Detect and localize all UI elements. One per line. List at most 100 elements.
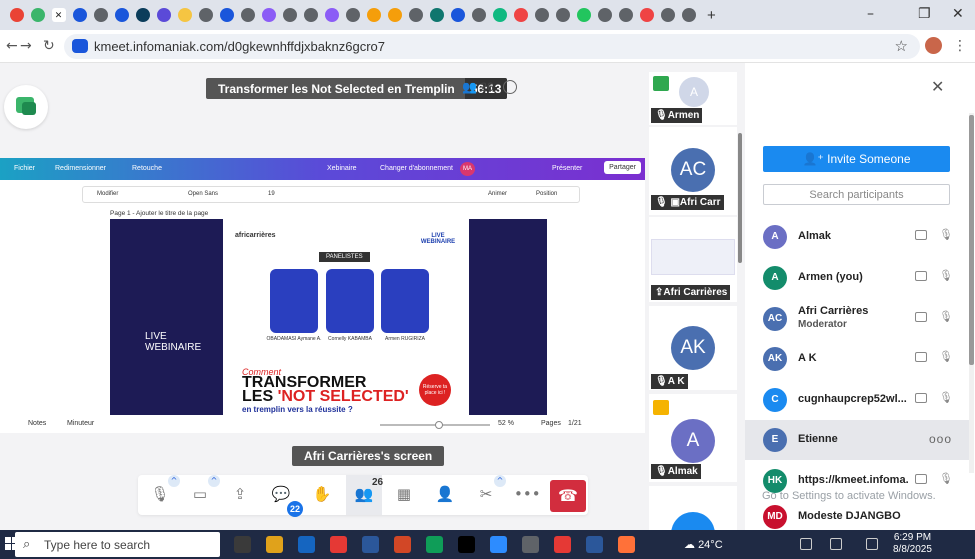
browser-tab[interactable] xyxy=(450,8,465,22)
invite-someone-button[interactable]: 👤⁺ Invite Someone xyxy=(763,146,950,172)
keyboard-icon[interactable] xyxy=(866,538,878,550)
maximize-window-button[interactable]: ❐ xyxy=(918,6,931,22)
browser-tab[interactable] xyxy=(93,8,108,22)
taskbar-app-icon[interactable] xyxy=(234,536,251,553)
connection-gauge-icon[interactable] xyxy=(503,80,517,94)
browser-tab[interactable] xyxy=(681,8,696,22)
browser-tab[interactable] xyxy=(387,8,402,22)
browser-tab[interactable] xyxy=(408,8,423,22)
browser-tab[interactable] xyxy=(240,8,255,22)
camera-options-chevron-icon[interactable]: ^ xyxy=(208,475,220,487)
close-tab-icon[interactable]: ✕ xyxy=(51,8,66,22)
participant-row[interactable]: MD Modeste DJANGBO xyxy=(745,502,969,530)
browser-tab[interactable] xyxy=(345,8,360,22)
add-participant-button[interactable]: 👤 xyxy=(433,485,457,505)
share-screen-button[interactable]: ⇪ xyxy=(228,485,252,505)
browser-tab[interactable] xyxy=(261,8,276,22)
browser-tab[interactable] xyxy=(471,8,486,22)
tools-options-chevron-icon[interactable]: ^ xyxy=(494,475,506,487)
browser-tab[interactable] xyxy=(366,8,381,22)
mic-options-chevron-icon[interactable]: ^ xyxy=(168,475,180,487)
participant-count-indicator[interactable]: 👥 26 xyxy=(462,80,494,94)
video-tile-armen[interactable]: A 🎙 Armen xyxy=(649,72,737,125)
video-tile-afri-carrieres[interactable]: ⇪ Afri Carrières xyxy=(649,217,737,302)
canva-zoom-level: 52 % xyxy=(498,420,514,427)
browser-tab[interactable] xyxy=(597,8,612,22)
close-panel-button[interactable]: ✕ xyxy=(931,77,944,96)
browser-tab[interactable] xyxy=(576,8,591,22)
participant-more-icon[interactable]: ooo xyxy=(929,432,952,446)
browser-tab[interactable] xyxy=(9,8,24,22)
browser-tab[interactable] xyxy=(30,8,45,22)
browser-tab[interactable] xyxy=(639,8,654,22)
taskbar-app-icon[interactable] xyxy=(330,536,347,553)
grid-view-button[interactable]: ▦ xyxy=(392,485,416,505)
profile-avatar[interactable] xyxy=(925,37,942,54)
browser-tab[interactable] xyxy=(324,8,339,22)
taskbar-app-icon[interactable] xyxy=(586,536,603,553)
tray-icon[interactable] xyxy=(800,538,812,550)
browser-tab[interactable] xyxy=(513,8,528,22)
bookmark-star-icon[interactable]: ☆ xyxy=(895,37,908,55)
browser-tab[interactable] xyxy=(303,8,318,22)
panel-scrollbar[interactable] xyxy=(969,113,974,473)
back-icon[interactable]: ← xyxy=(6,38,18,54)
video-tile-partial[interactable] xyxy=(649,486,737,556)
participant-row[interactable]: AC Afri Carrières Moderator 🎙 xyxy=(745,299,969,339)
participant-avatar: A xyxy=(763,266,787,290)
taskbar-app-icon[interactable] xyxy=(266,536,283,553)
taskbar-app-icon[interactable] xyxy=(618,536,635,553)
browser-tab[interactable] xyxy=(156,8,171,22)
video-tile-almak[interactable]: A 🎙 Almak xyxy=(649,394,737,482)
search-participants-input[interactable]: Search participants xyxy=(763,184,950,205)
video-tile-ak[interactable]: AK 🎙 A K xyxy=(649,306,737,390)
browser-tab[interactable] xyxy=(114,8,129,22)
taskbar-app-icon[interactable] xyxy=(458,536,475,553)
browser-tab[interactable] xyxy=(429,8,444,22)
taskbar-app-icon[interactable] xyxy=(490,536,507,553)
browser-tab[interactable] xyxy=(618,8,633,22)
browser-tab[interactable] xyxy=(282,8,297,22)
forward-icon[interactable]: → xyxy=(20,38,32,54)
url-field[interactable]: kmeet.infomaniak.com/d0gkewnhffdjxbaknz6… xyxy=(64,34,920,59)
participant-row[interactable]: A Almak 🎙 xyxy=(745,217,969,257)
browser-tab[interactable] xyxy=(555,8,570,22)
microphone-off-button[interactable]: 🎙 ^ xyxy=(148,475,180,505)
mic-off-icon: 🎙 xyxy=(939,310,953,323)
taskbar-app-icon[interactable] xyxy=(394,536,411,553)
participant-row[interactable]: A Armen (you) 🎙 xyxy=(745,258,969,298)
browser-menu-icon[interactable]: ⋮ xyxy=(953,38,967,54)
close-window-button[interactable]: ✕ xyxy=(952,6,964,22)
browser-tab[interactable] xyxy=(72,8,87,22)
browser-tab[interactable] xyxy=(492,8,507,22)
taskbar-app-icon[interactable] xyxy=(426,536,443,553)
browser-tab[interactable] xyxy=(177,8,192,22)
taskbar-app-icon[interactable] xyxy=(522,536,539,553)
taskbar-app-icon[interactable] xyxy=(362,536,379,553)
browser-tab[interactable] xyxy=(198,8,213,22)
video-tile-afri-carr[interactable]: AC 🎙 ▣ Afri Carr xyxy=(649,127,737,215)
taskbar-app-icon[interactable] xyxy=(554,536,571,553)
browser-tab[interactable] xyxy=(219,8,234,22)
more-options-button[interactable]: ••• xyxy=(514,485,541,505)
browser-tab[interactable] xyxy=(534,8,549,22)
new-tab-button[interactable]: + xyxy=(707,7,716,24)
taskbar-app-icon[interactable] xyxy=(298,536,315,553)
phone-hangup-icon[interactable]: ☎ xyxy=(550,480,586,512)
browser-tab[interactable] xyxy=(660,8,675,22)
tray-icon[interactable] xyxy=(830,538,842,550)
browser-tab[interactable] xyxy=(135,8,150,22)
raise-hand-button[interactable]: ✋ xyxy=(310,485,334,505)
camera-off-button[interactable]: ▭ ^ xyxy=(188,475,220,505)
minimize-window-button[interactable]: – xyxy=(867,6,874,22)
panel-scrollbar-thumb[interactable] xyxy=(969,115,974,365)
participant-row[interactable]: AK A K 🎙 xyxy=(745,339,969,379)
tiles-scrollbar[interactable] xyxy=(738,133,742,263)
taskbar-weather[interactable]: ☁ 24°C xyxy=(684,538,723,551)
taskbar-clock[interactable]: 6:29 PM 8/8/2025 xyxy=(893,532,932,556)
taskbar-search-input[interactable]: ⌕ Type here to search xyxy=(15,532,220,557)
reload-icon[interactable]: ↻ xyxy=(43,38,55,54)
participant-row[interactable]: C cugnhaupcrep52wl... 🎙 xyxy=(745,380,969,420)
tools-off-button[interactable]: ✂ ^ xyxy=(474,475,506,505)
participant-row-selected[interactable]: E Etienne ooo xyxy=(745,420,969,460)
